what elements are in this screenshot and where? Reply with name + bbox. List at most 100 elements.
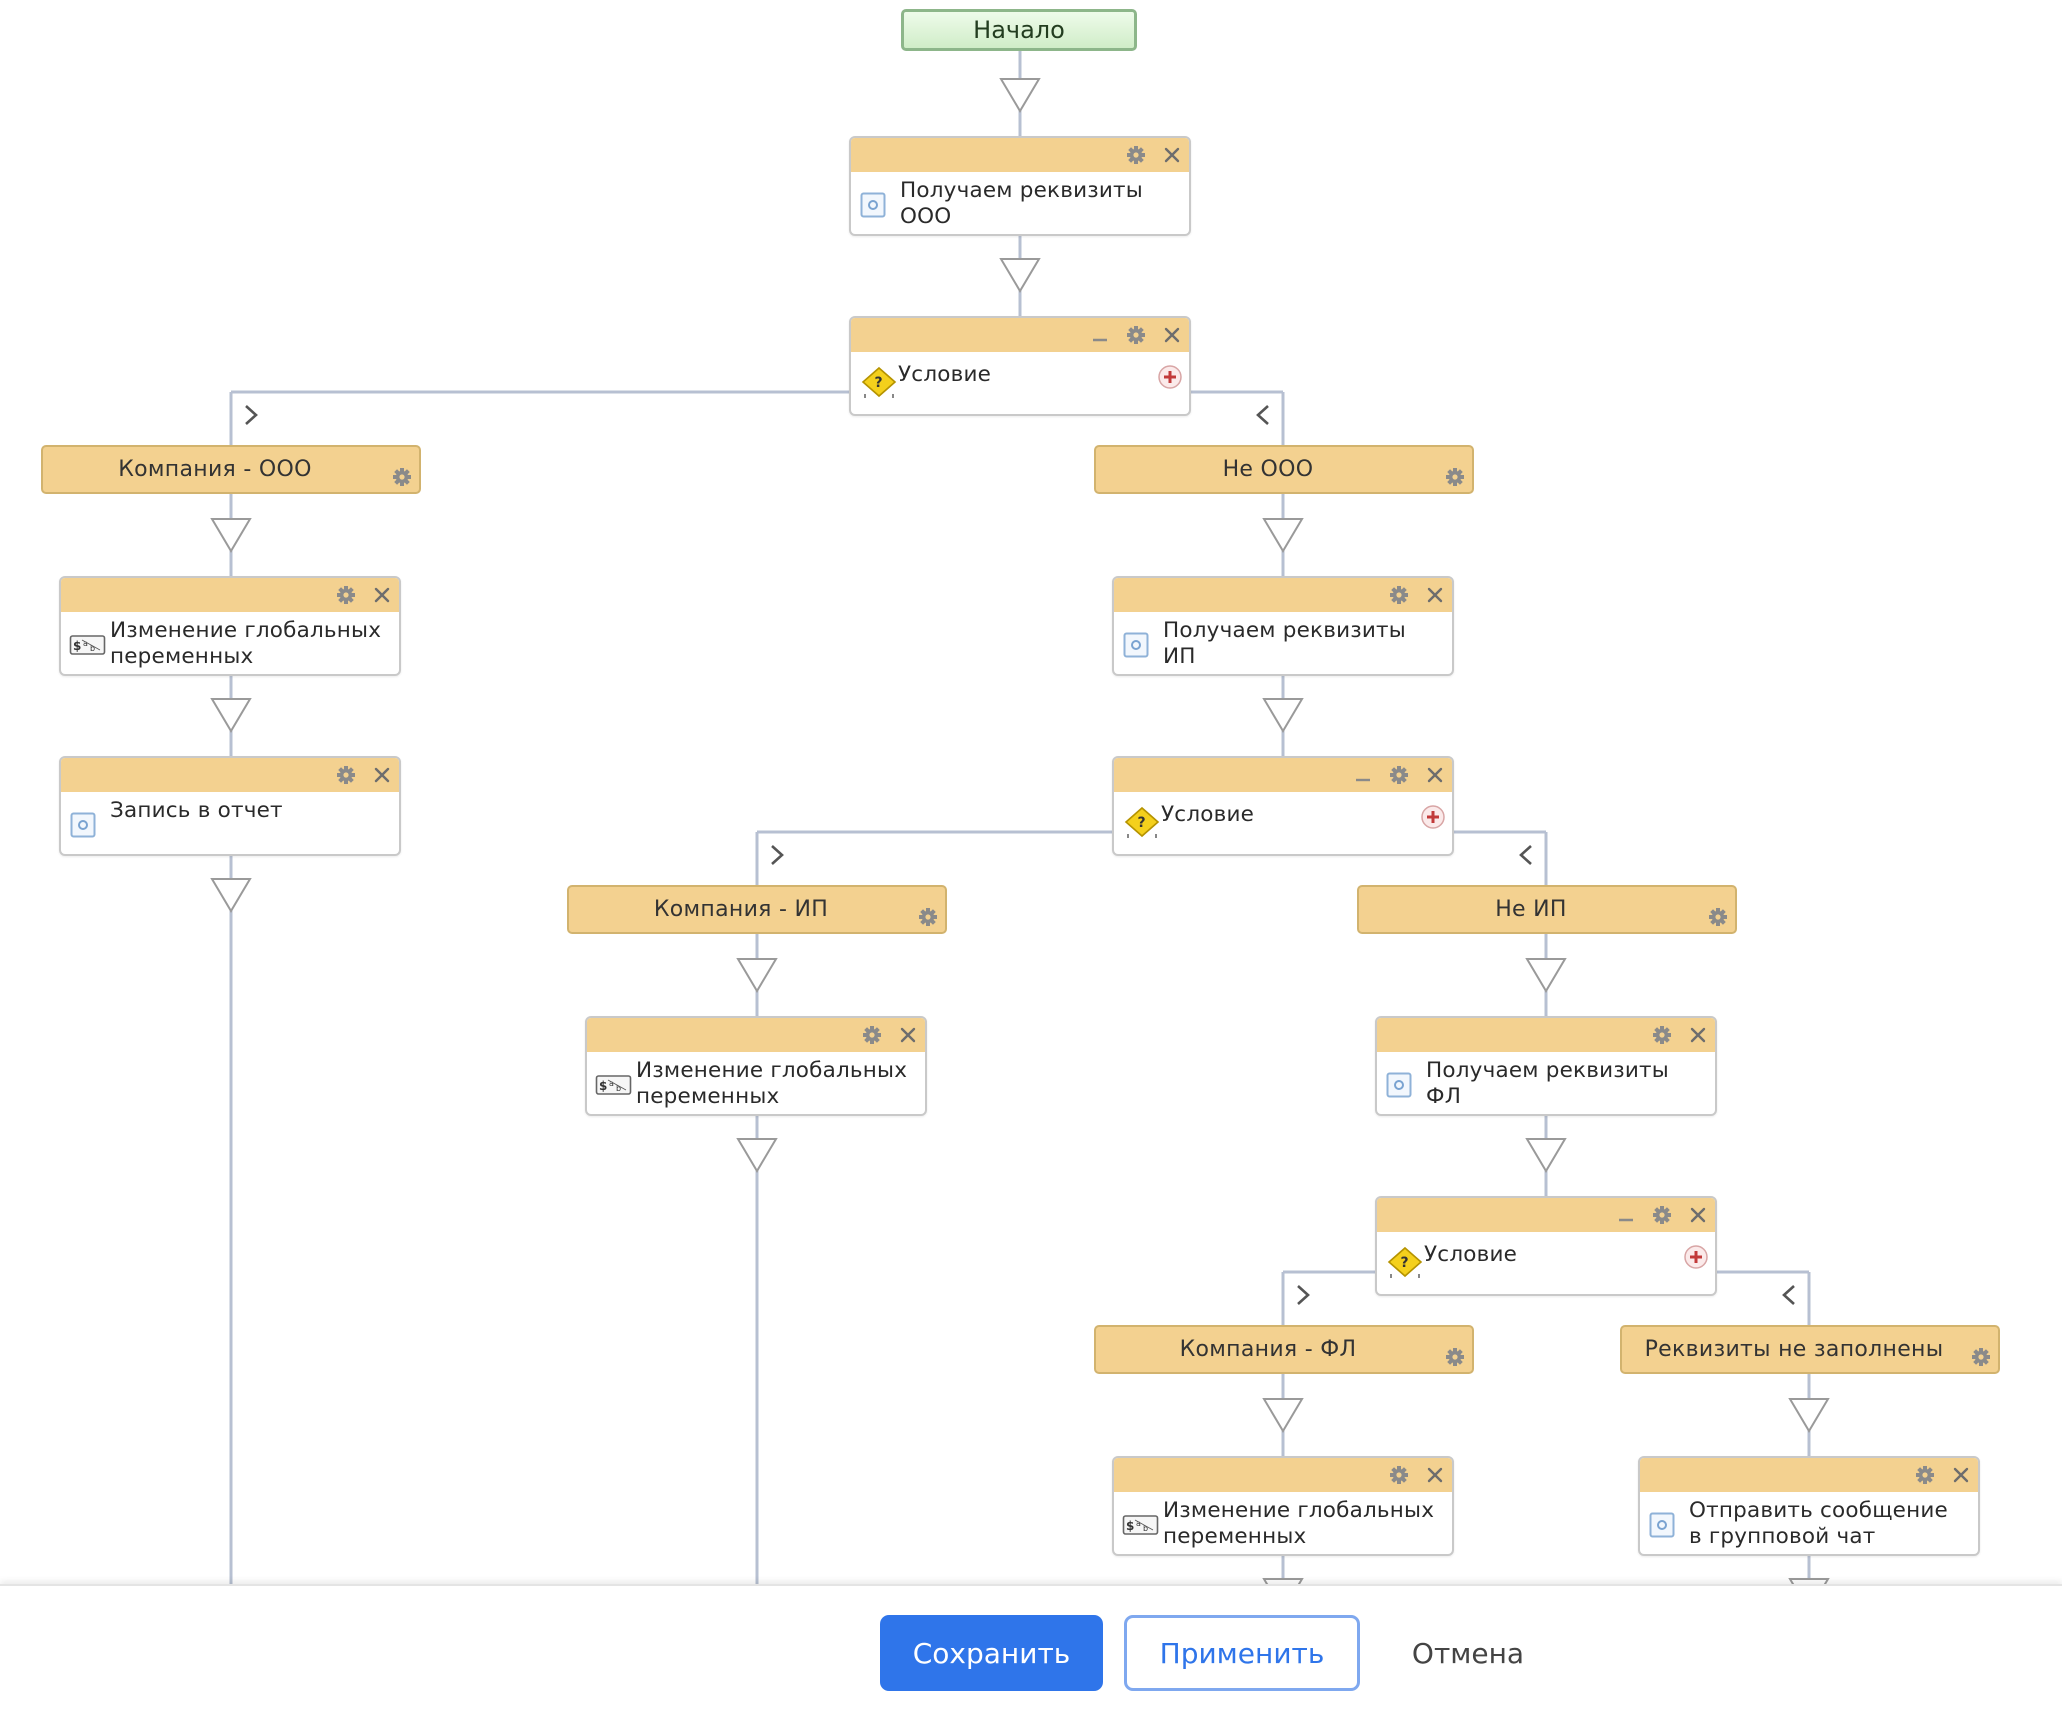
branch-label: Компания - ООО — [118, 457, 312, 482]
block-header[interactable] — [1114, 758, 1452, 792]
action-icon — [1649, 1512, 1675, 1538]
block-body: $ a b Изменение глобальных переменных — [1114, 1492, 1452, 1554]
svg-text:b: b — [1143, 1524, 1148, 1533]
chevron-right-icon[interactable] — [1297, 1285, 1310, 1305]
block-header[interactable] — [1377, 1018, 1715, 1052]
block-header[interactable] — [1640, 1458, 1978, 1492]
svg-text:$: $ — [599, 1079, 607, 1093]
condition-icon: ? — [1387, 1246, 1423, 1278]
gear-icon[interactable] — [861, 1024, 883, 1046]
action-icon — [70, 812, 96, 838]
block-body: Запись в отчет — [61, 792, 399, 854]
block-label: Отправить сообщение в групповой чат — [1689, 1498, 1948, 1549]
svg-text:a: a — [609, 1079, 614, 1088]
gear-icon[interactable] — [1651, 1024, 1673, 1046]
block-header[interactable] — [61, 758, 399, 792]
collapse-icon[interactable] — [1089, 324, 1111, 346]
flow-arrow-icon — [999, 258, 1041, 293]
close-icon[interactable] — [1950, 1464, 1972, 1486]
block-body: Получаем реквизиты ФЛ — [1377, 1052, 1715, 1114]
chevron-left-icon[interactable] — [1782, 1285, 1795, 1305]
branch-header[interactable]: Компания - ИП — [567, 885, 947, 934]
close-icon[interactable] — [371, 764, 393, 786]
block-header[interactable] — [587, 1018, 925, 1052]
condition-block[interactable]: ? Условие — [849, 316, 1191, 416]
variables-icon: $ a b — [69, 632, 107, 658]
block-label: Условие — [1161, 802, 1255, 827]
action-block[interactable]: $ a b Изменение глобальных переменных — [59, 576, 401, 676]
cancel-button[interactable]: Отмена — [1383, 1615, 1553, 1691]
gear-icon[interactable] — [1444, 1339, 1466, 1366]
block-body: $ a b Изменение глобальных переменных — [587, 1052, 925, 1114]
gear-icon[interactable] — [335, 764, 357, 786]
chevron-left-icon[interactable] — [1519, 845, 1532, 865]
branch-label: Компания - ФЛ — [1179, 1337, 1357, 1362]
close-icon[interactable] — [897, 1024, 919, 1046]
variables-icon: $ a b — [595, 1072, 633, 1098]
start-node[interactable]: Начало — [901, 9, 1137, 51]
svg-text:$: $ — [1126, 1519, 1134, 1533]
apply-button[interactable]: Применить — [1124, 1615, 1360, 1691]
workflow-canvas[interactable]: Начало Получаем реквизиты ООО? Условие $ a b… — [0, 0, 2062, 1714]
close-icon[interactable] — [1161, 144, 1183, 166]
chevron-right-icon[interactable] — [771, 845, 784, 865]
flow-arrow-icon — [736, 1138, 778, 1173]
gear-icon[interactable] — [917, 899, 939, 926]
gear-icon[interactable] — [1125, 144, 1147, 166]
collapse-icon[interactable] — [1615, 1204, 1637, 1226]
variables-icon: $ a b — [1122, 1512, 1160, 1538]
action-icon — [1386, 1072, 1412, 1098]
action-block[interactable]: Отправить сообщение в групповой чат — [1638, 1456, 1980, 1556]
action-block[interactable]: Получаем реквизиты ИП — [1112, 576, 1454, 676]
branch-header[interactable]: Компания - ООО — [41, 445, 421, 494]
close-icon[interactable] — [1424, 584, 1446, 606]
gear-icon[interactable] — [1707, 899, 1729, 926]
flow-arrow-icon — [210, 698, 252, 733]
gear-icon[interactable] — [1125, 324, 1147, 346]
gear-icon[interactable] — [1444, 459, 1466, 486]
gear-icon[interactable] — [1388, 1464, 1410, 1486]
block-header[interactable] — [61, 578, 399, 612]
block-header[interactable] — [1114, 1458, 1452, 1492]
condition-block[interactable]: ? Условие — [1112, 756, 1454, 856]
svg-text:b: b — [616, 1084, 621, 1093]
block-header[interactable] — [851, 138, 1189, 172]
action-block[interactable]: $ a b Изменение глобальных переменных — [585, 1016, 927, 1116]
condition-icon: ? — [861, 366, 897, 398]
chevron-left-icon[interactable] — [1256, 405, 1269, 425]
action-block[interactable]: Получаем реквизиты ФЛ — [1375, 1016, 1717, 1116]
gear-icon[interactable] — [1970, 1339, 1992, 1366]
action-block[interactable]: Получаем реквизиты ООО — [849, 136, 1191, 236]
chevron-right-icon[interactable] — [245, 405, 258, 425]
gear-icon[interactable] — [391, 459, 413, 486]
gear-icon[interactable] — [1388, 584, 1410, 606]
action-block[interactable]: $ a b Изменение глобальных переменных — [1112, 1456, 1454, 1556]
close-icon[interactable] — [1424, 764, 1446, 786]
branch-header[interactable]: Не ИП — [1357, 885, 1737, 934]
close-icon[interactable] — [1161, 324, 1183, 346]
flow-arrow-icon — [1525, 958, 1567, 993]
condition-block[interactable]: ? Условие — [1375, 1196, 1717, 1296]
svg-text:a: a — [83, 639, 88, 648]
branch-header[interactable]: Не ООО — [1094, 445, 1474, 494]
branch-header[interactable]: Реквизиты не заполнены — [1620, 1325, 2000, 1374]
collapse-icon[interactable] — [1352, 764, 1374, 786]
gear-icon[interactable] — [1388, 764, 1410, 786]
block-body: ? Условие — [1114, 792, 1452, 854]
block-body: ? Условие — [1377, 1232, 1715, 1294]
close-icon[interactable] — [1687, 1204, 1709, 1226]
block-header[interactable] — [1114, 578, 1452, 612]
block-body: Получаем реквизиты ИП — [1114, 612, 1452, 674]
gear-icon[interactable] — [1914, 1464, 1936, 1486]
branch-label: Компания - ИП — [653, 897, 829, 922]
save-button[interactable]: Сохранить — [880, 1615, 1103, 1691]
gear-icon[interactable] — [1651, 1204, 1673, 1226]
close-icon[interactable] — [371, 584, 393, 606]
gear-icon[interactable] — [335, 584, 357, 606]
close-icon[interactable] — [1424, 1464, 1446, 1486]
branch-header[interactable]: Компания - ФЛ — [1094, 1325, 1474, 1374]
block-header[interactable] — [851, 318, 1189, 352]
action-block[interactable]: Запись в отчет — [59, 756, 401, 856]
close-icon[interactable] — [1687, 1024, 1709, 1046]
block-header[interactable] — [1377, 1198, 1715, 1232]
